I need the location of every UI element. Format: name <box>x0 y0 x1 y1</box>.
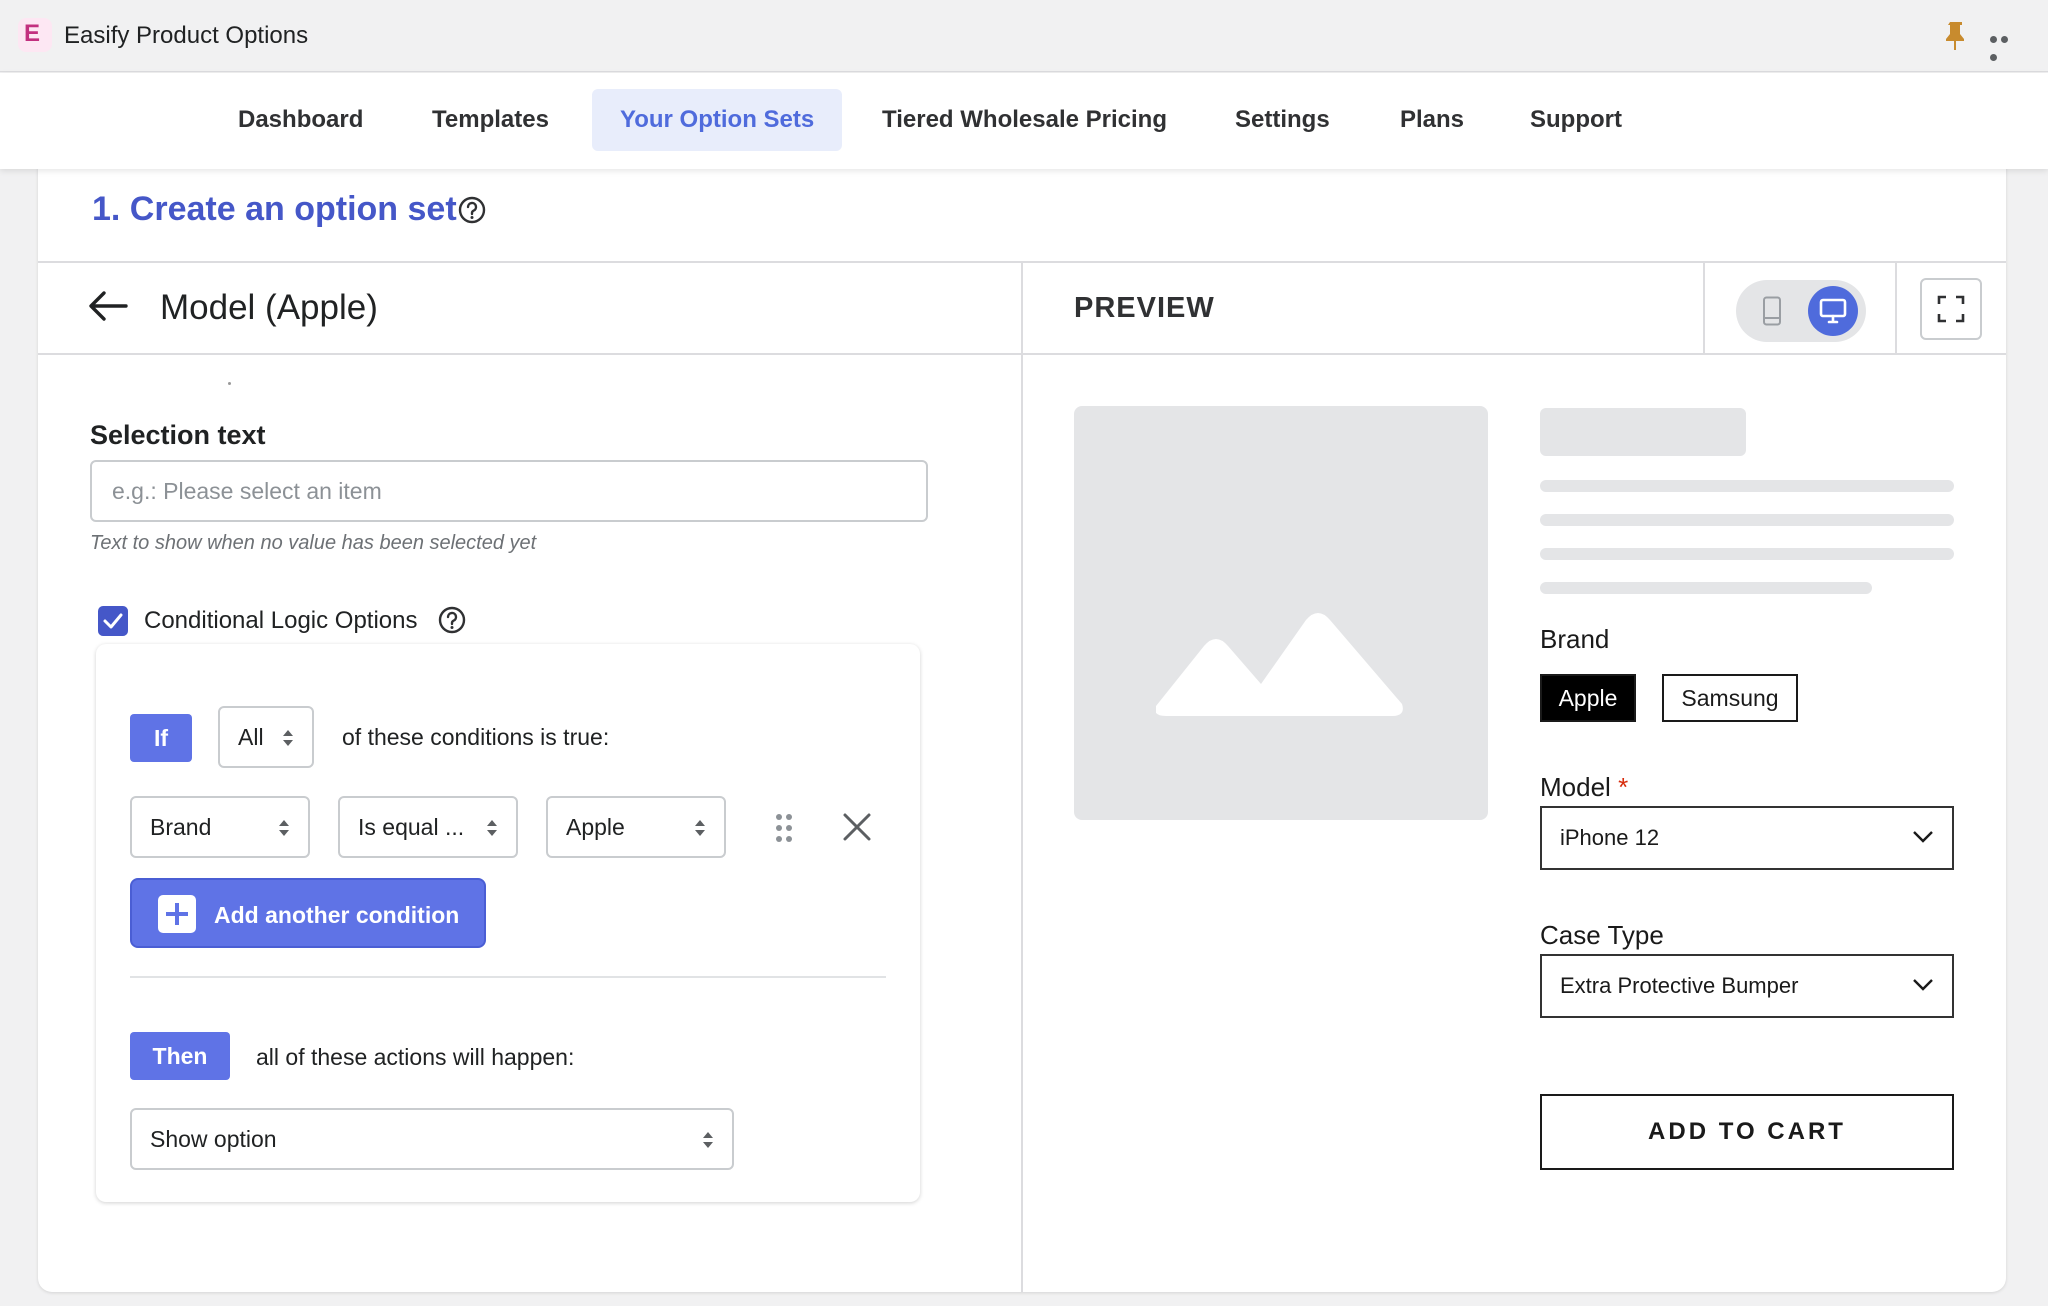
divider <box>130 976 886 978</box>
app-title: Easify Product Options <box>64 22 309 49</box>
text-skeleton <box>1540 514 1954 526</box>
match-mode-value: All <box>238 724 264 750</box>
text-skeleton <box>1540 480 1954 492</box>
sort-arrows-icon <box>695 820 705 836</box>
then-badge: Then <box>130 1032 230 1080</box>
desktop-icon <box>1819 298 1847 324</box>
case-type-value: Extra Protective Bumper <box>1560 973 1799 998</box>
panel-divider <box>1021 261 1023 1292</box>
drag-handle-icon[interactable] <box>774 812 794 844</box>
nav-plans[interactable]: Plans <box>1372 89 1492 151</box>
help-icon[interactable] <box>458 196 486 224</box>
option-set-card: 1. Create an option set Model (Apple) PR… <box>38 160 2006 1292</box>
conditional-logic-checkbox[interactable] <box>98 606 128 636</box>
chevron-down-icon <box>1913 831 1933 843</box>
condition-value-select[interactable]: Apple <box>546 796 726 858</box>
checkmark-icon <box>103 613 123 629</box>
text-skeleton <box>1540 548 1954 560</box>
plus-icon <box>158 895 196 933</box>
image-icon <box>1156 613 1403 716</box>
mobile-view-icon[interactable] <box>1762 296 1782 326</box>
model-label: Model * <box>1540 772 1628 803</box>
add-condition-label: Add another condition <box>214 902 460 928</box>
nav-templates[interactable]: Templates <box>404 89 577 151</box>
fullscreen-icon <box>1937 295 1965 323</box>
divider <box>1895 261 1897 353</box>
sort-arrows-icon <box>703 1132 713 1148</box>
remove-condition-icon[interactable] <box>842 812 872 842</box>
case-type-label: Case Type <box>1540 920 1664 950</box>
condition-field-value: Brand <box>150 814 212 840</box>
product-image-placeholder <box>1074 406 1488 820</box>
condition-description: of these conditions is true: <box>342 724 610 750</box>
main-navigation: Dashboard Templates Your Option Sets Tie… <box>0 73 2048 169</box>
nav-dashboard[interactable]: Dashboard <box>210 89 391 151</box>
selection-text-input[interactable] <box>90 460 928 522</box>
sort-arrows-icon <box>279 820 289 836</box>
chevron-down-icon <box>1913 979 1933 991</box>
text-skeleton <box>1540 582 1872 594</box>
if-badge: If <box>130 714 192 762</box>
case-type-select[interactable]: Extra Protective Bumper <box>1540 954 1954 1018</box>
condition-operator-value: Is equal ... <box>358 814 465 840</box>
easify-logo-icon: E <box>18 18 52 52</box>
action-select[interactable]: Show option <box>130 1108 734 1170</box>
more-options-icon[interactable] <box>1990 30 2022 61</box>
nav-support[interactable]: Support <box>1502 89 1650 151</box>
selection-text-label: Selection text <box>90 420 266 450</box>
brand-option-samsung[interactable]: Samsung <box>1662 674 1798 722</box>
action-value: Show option <box>150 1126 277 1152</box>
add-condition-button[interactable]: Add another condition <box>130 878 486 948</box>
app-title-bar: E Easify Product Options <box>0 0 2048 72</box>
model-select[interactable]: iPhone 12 <box>1540 806 1954 870</box>
title-skeleton <box>1540 408 1746 456</box>
sort-arrows-icon <box>283 730 293 746</box>
help-icon[interactable] <box>438 606 466 634</box>
add-to-cart-button[interactable]: ADD TO CART <box>1540 1094 1954 1170</box>
divider <box>228 382 231 385</box>
pin-icon[interactable] <box>1942 20 1970 52</box>
preview-label: PREVIEW <box>1074 292 1215 324</box>
nav-settings[interactable]: Settings <box>1207 89 1358 151</box>
condition-value-value: Apple <box>566 814 625 840</box>
conditional-logic-label: Conditional Logic Options <box>144 607 418 634</box>
model-label-text: Model <box>1540 772 1611 802</box>
fullscreen-button[interactable] <box>1920 278 1982 340</box>
action-description: all of these actions will happen: <box>256 1044 575 1070</box>
nav-your-option-sets[interactable]: Your Option Sets <box>592 89 843 151</box>
section-title: 1. Create an option set <box>92 190 457 228</box>
nav-tiered-wholesale-pricing[interactable]: Tiered Wholesale Pricing <box>854 89 1195 151</box>
condition-operator-select[interactable]: Is equal ... <box>338 796 518 858</box>
sort-arrows-icon <box>487 820 497 836</box>
back-arrow-icon[interactable] <box>88 288 128 324</box>
divider <box>1703 261 1705 353</box>
required-mark: * <box>1618 772 1629 802</box>
desktop-view-button[interactable] <box>1808 286 1858 336</box>
match-mode-select[interactable]: All <box>218 706 314 768</box>
condition-field-select[interactable]: Brand <box>130 796 310 858</box>
brand-label: Brand <box>1540 624 1610 654</box>
device-toggle <box>1736 280 1866 342</box>
selection-text-helper: Text to show when no value has been sele… <box>90 532 537 554</box>
model-value: iPhone 12 <box>1560 825 1660 850</box>
brand-option-apple[interactable]: Apple <box>1540 674 1636 722</box>
option-title: Model (Apple) <box>160 288 378 327</box>
